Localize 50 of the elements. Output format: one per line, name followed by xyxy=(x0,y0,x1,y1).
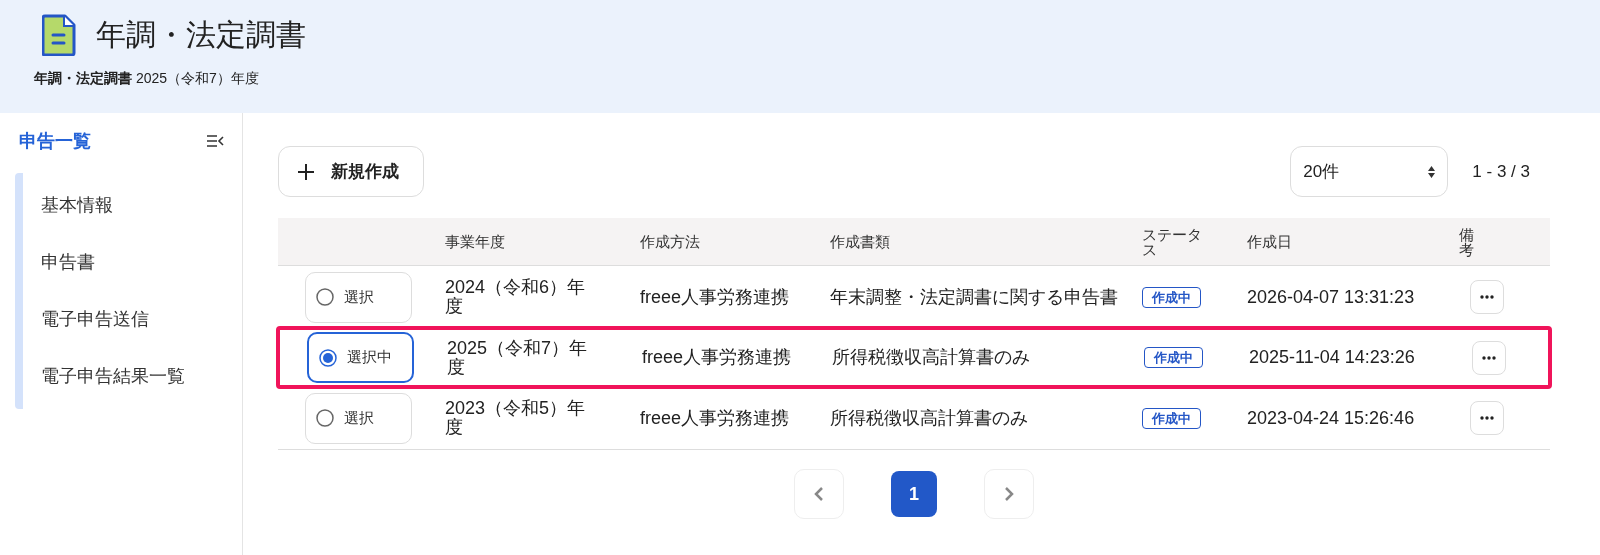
table-cell-text: freee人事労務連携 xyxy=(639,408,791,428)
table-cell-text: 所得税徴収高計算書のみ xyxy=(829,408,1029,428)
more-button[interactable] xyxy=(1470,401,1504,435)
plus-icon xyxy=(297,162,315,181)
table-cell-text: freee人事労務連携 xyxy=(639,287,791,307)
table-cell-text: freee人事労務連携 xyxy=(641,348,793,367)
page-title: 年調・法定調書 xyxy=(96,16,306,53)
status-badge: 作成中 xyxy=(1142,407,1201,429)
table-cell-text: 2025（令和7）年度 xyxy=(446,338,589,377)
table-cell-text: 2024（令和6）年度 xyxy=(444,278,587,316)
table-cell-text: 2026-04-07 13:31:23 xyxy=(1246,287,1416,307)
sidebar-item[interactable]: 電子申告送信 xyxy=(23,291,224,348)
table-cell-text: 年末調整・法定調書に関する申告書 xyxy=(829,287,1119,307)
more-icon xyxy=(1480,416,1494,420)
sort-arrows-icon xyxy=(1428,165,1436,178)
more-button[interactable] xyxy=(1470,280,1504,314)
table-cell-text: 2025-11-04 14:23:26 xyxy=(1248,348,1416,367)
document-icon xyxy=(42,14,76,56)
table-cell-text: 所得税徴収高計算書のみ xyxy=(831,348,1031,367)
chevron-right-icon xyxy=(1004,486,1014,502)
radio-icon xyxy=(316,409,334,427)
breadcrumb: 年調・法定調書 2025（令和7）年度 xyxy=(34,70,260,88)
status-badge: 作成中 xyxy=(1142,286,1201,308)
more-icon xyxy=(1482,355,1496,360)
range-text: 1 - 3 / 3 xyxy=(1472,161,1530,182)
column-header: 作成書類 xyxy=(829,234,891,249)
collapse-sidebar-icon[interactable] xyxy=(206,134,224,148)
select-radio-button[interactable]: 選択 xyxy=(305,392,412,444)
column-header: 作成日 xyxy=(1246,234,1293,249)
sidebar-item[interactable]: 申告書 xyxy=(23,234,224,291)
table-cell-text: 2023（令和5）年度 xyxy=(444,399,587,437)
select-radio-button[interactable]: 選択 xyxy=(305,271,412,323)
radio-checked-icon xyxy=(319,348,337,367)
column-header: ステータス xyxy=(1141,226,1203,257)
chevron-left-icon xyxy=(814,486,824,502)
sidebar-item[interactable]: 電子申告結果一覧 xyxy=(23,348,224,405)
column-header: 備考 xyxy=(1458,226,1475,257)
status-badge: 作成中 xyxy=(1144,347,1203,368)
page-size-select[interactable]: 20件 xyxy=(1290,146,1449,197)
column-header: 事業年度 xyxy=(444,234,506,249)
more-button[interactable] xyxy=(1472,340,1506,375)
more-icon xyxy=(1480,295,1494,299)
new-button[interactable]: 新規作成 xyxy=(278,146,424,197)
page-button[interactable]: 1 xyxy=(891,471,937,517)
sidebar-item[interactable]: 基本情報 xyxy=(23,177,224,234)
radio-icon xyxy=(316,288,334,306)
column-header: 作成方法 xyxy=(639,234,701,249)
select-radio-button[interactable]: 選択中 xyxy=(307,332,414,383)
table-cell-text: 2023-04-24 15:26:46 xyxy=(1246,408,1416,428)
sidebar-title[interactable]: 申告一覧 xyxy=(19,129,91,153)
